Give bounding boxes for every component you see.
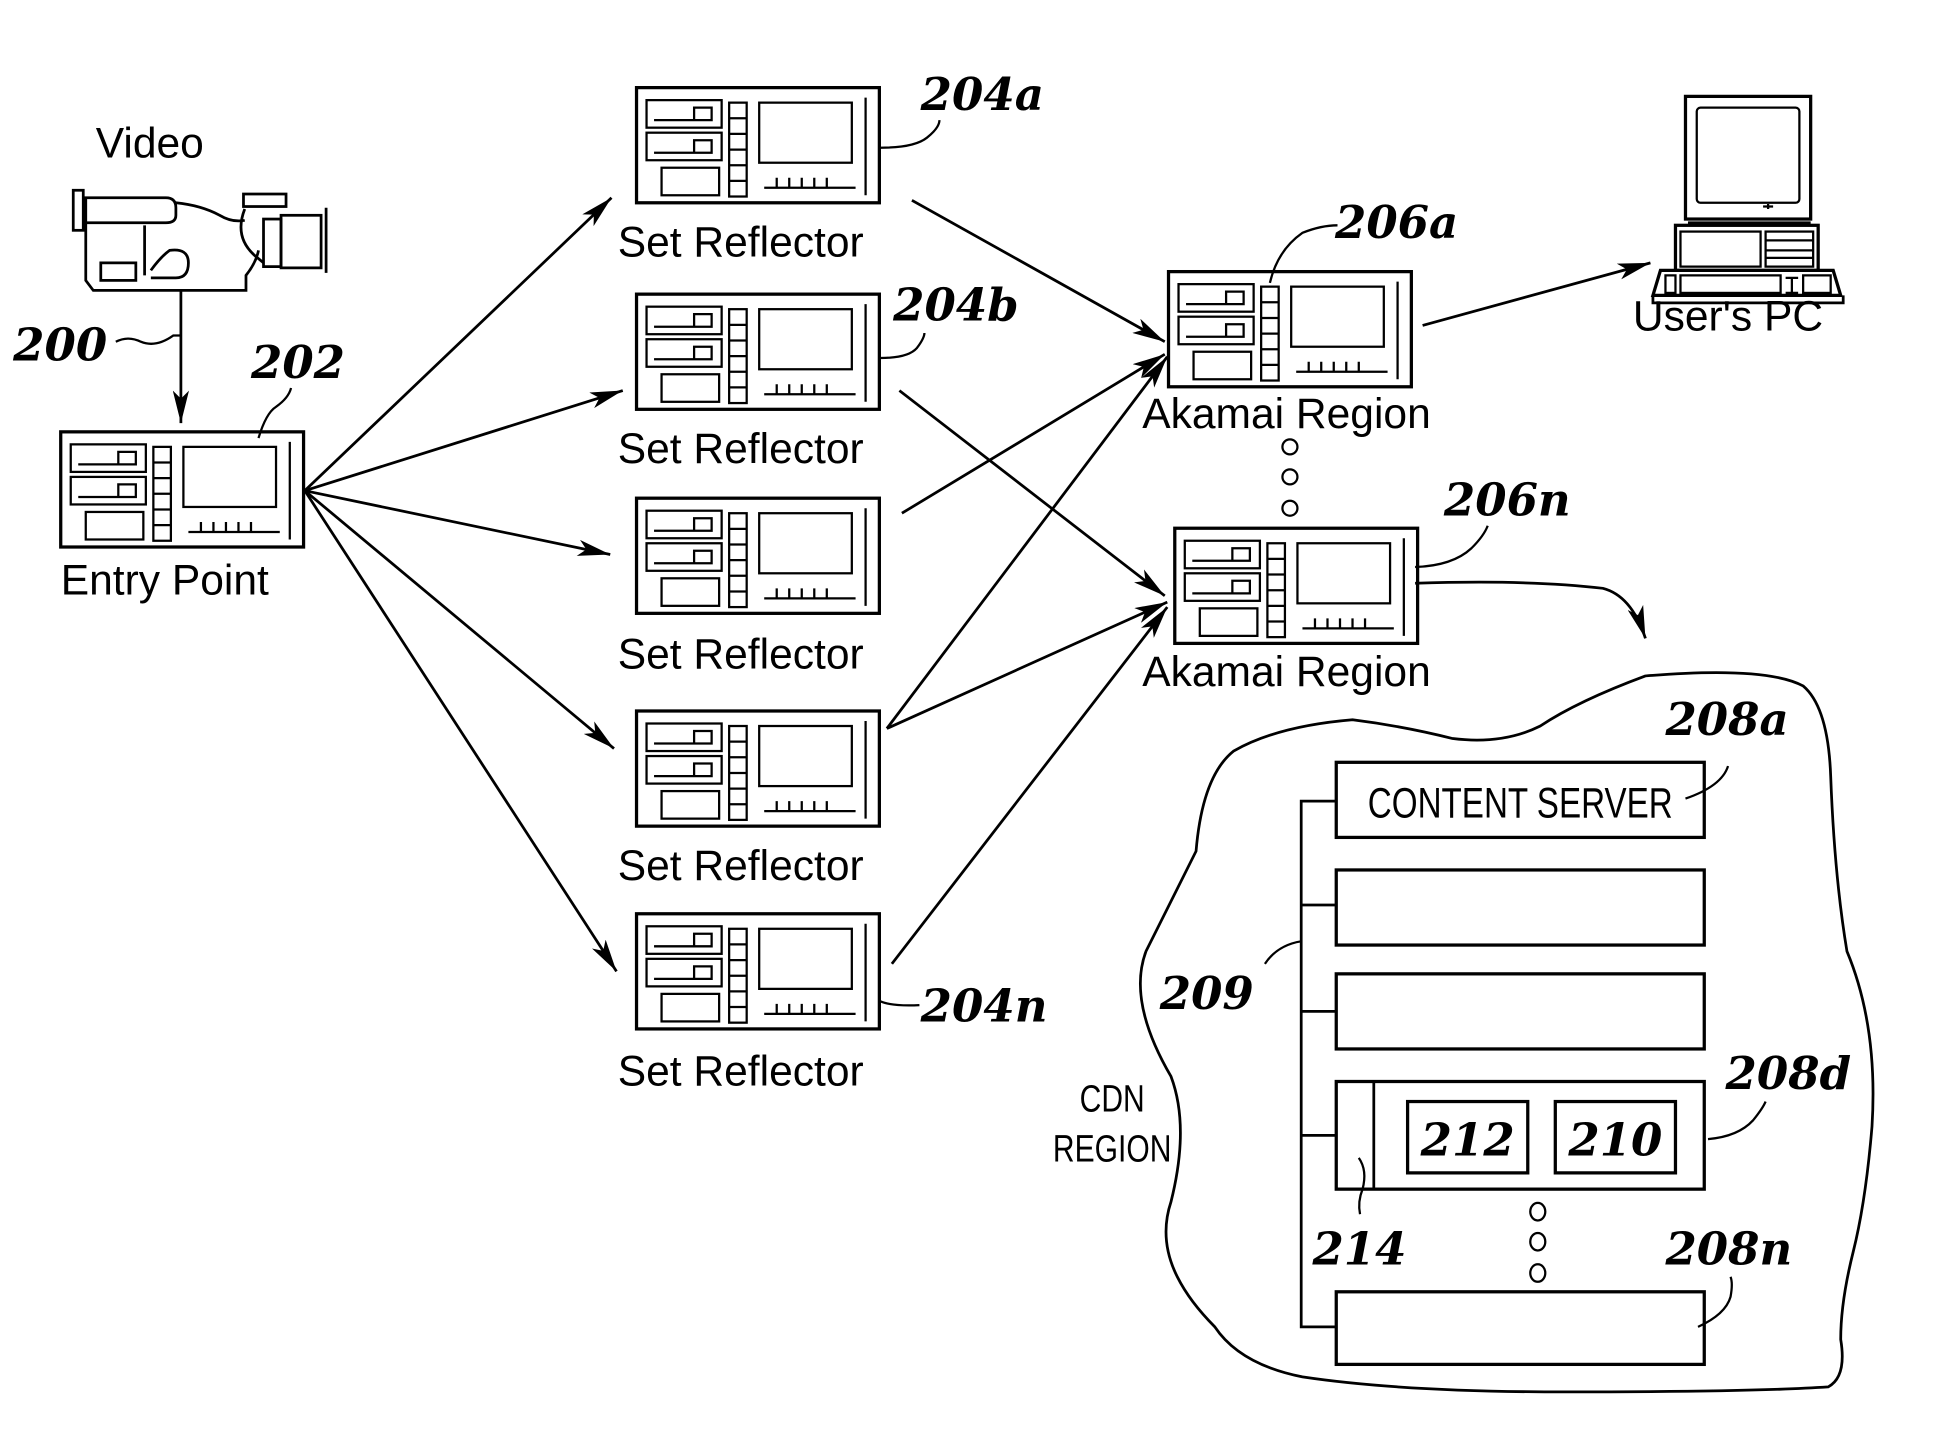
set-reflector-device-icon <box>634 709 881 828</box>
arrow <box>303 489 615 750</box>
ellipsis-dot <box>1281 468 1299 486</box>
ellipsis-dot <box>1529 1201 1547 1222</box>
set-reflector-device-icon <box>634 496 881 615</box>
ref-206n: 206n <box>1443 474 1571 527</box>
arrow <box>303 196 613 492</box>
entry-to-reflector-arrows <box>303 196 624 973</box>
set-reflector-label: Set Reflector <box>618 425 864 473</box>
ref-leader-206n <box>1415 525 1489 569</box>
set-reflector-4: Set Reflector <box>618 709 881 890</box>
cdn-region-label-line2: REGION <box>1053 1128 1171 1170</box>
ref-208n: 208n <box>1664 1222 1792 1275</box>
ref-202: 202 <box>250 336 345 389</box>
ref-210: 210 <box>1567 1113 1662 1166</box>
ref-212: 212 <box>1420 1113 1515 1166</box>
ref-204n: 204n <box>920 979 1048 1032</box>
ref-214: 214 <box>1311 1222 1406 1275</box>
server-box-3 <box>1334 972 1706 1051</box>
set-reflector-device-icon <box>634 292 881 411</box>
user-pc-label: User's PC <box>1633 292 1823 340</box>
set-reflector-5: Set Reflector <box>618 912 881 1095</box>
ref-209: 209 <box>1159 967 1254 1020</box>
ref-206a: 206a <box>1334 196 1458 249</box>
ellipsis-dot <box>1529 1231 1547 1252</box>
ref-leader-204b <box>880 332 926 360</box>
set-reflector-device-icon <box>634 912 881 1031</box>
arrow <box>304 389 624 492</box>
content-server-label: CONTENT SERVER <box>1368 779 1673 827</box>
ref-leader-204n <box>880 1000 920 1007</box>
ellipsis-dot <box>1281 499 1299 517</box>
set-reflector-label: Set Reflector <box>618 630 864 678</box>
arrow <box>303 489 618 973</box>
akamai-region-label: Akamai Region <box>1142 648 1431 696</box>
server-box-208n <box>1334 1290 1706 1367</box>
akamai-region-device-icon <box>1173 526 1420 646</box>
cdn-region-label-line1: CDN <box>1080 1078 1145 1120</box>
entry-point-device-icon <box>59 430 306 549</box>
arrow <box>901 353 1166 515</box>
akamai-region-a: Akamai Region <box>1142 269 1431 438</box>
server-box-2 <box>1334 868 1706 947</box>
ref-leader-208d <box>1707 1101 1767 1141</box>
ref-204a: 204a <box>920 68 1044 121</box>
entry-point-label: Entry Point <box>61 557 269 605</box>
ref-leader-209 <box>1263 940 1302 965</box>
ref-200: 200 <box>12 319 107 372</box>
arrow <box>890 606 1169 965</box>
arrow <box>304 489 611 556</box>
ref-208a: 208a <box>1664 693 1788 746</box>
akamai-region-n: Akamai Region <box>1142 526 1431 696</box>
set-reflector-2: Set Reflector <box>618 292 881 473</box>
set-reflector-label: Set Reflector <box>618 219 864 267</box>
server-208d: 212 210 <box>1334 1079 1706 1191</box>
region-to-pc-arrow <box>1422 261 1651 327</box>
set-reflector-3: Set Reflector <box>618 496 881 678</box>
arrow <box>898 389 1166 597</box>
cdn-diagram: Video 200 Entry Point 202 Set Reflector … <box>12 68 1875 1394</box>
set-reflector-device-icon <box>634 85 881 205</box>
arrow <box>886 600 1168 730</box>
akamai-region-label: Akamai Region <box>1142 390 1431 438</box>
ellipsis-servers <box>1529 1201 1547 1283</box>
akamai-region-device-icon <box>1166 269 1413 389</box>
ref-leader-200 <box>115 334 181 345</box>
set-reflector-label: Set Reflector <box>618 842 864 890</box>
video-label: Video <box>96 120 204 168</box>
content-server-208a: CONTENT SERVER <box>1334 760 1706 840</box>
user-pc-icon <box>1650 94 1845 305</box>
set-reflector-1: Set Reflector <box>618 85 881 267</box>
ref-leader-204a <box>880 120 941 149</box>
ellipsis-dot <box>1529 1263 1547 1283</box>
video-camera-icon <box>71 188 328 292</box>
ref-208d: 208d <box>1725 1047 1852 1100</box>
ellipsis-dot <box>1281 438 1299 456</box>
ref-204b: 204b <box>892 278 1019 331</box>
set-reflector-label: Set Reflector <box>618 1047 864 1095</box>
region-to-cdn-arrow <box>1415 580 1647 639</box>
ellipsis-regions <box>1281 438 1299 517</box>
